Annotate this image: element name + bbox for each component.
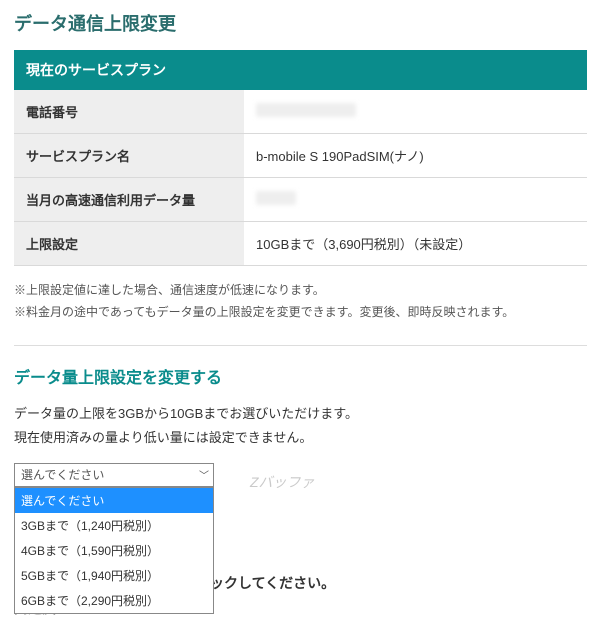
plan-table: 電話番号 サービスプラン名 b-mobile S 190PadSIM(ナノ) 当… (14, 90, 587, 266)
select-option[interactable]: 4GBまで（1,590円税別） (15, 538, 213, 563)
row-value: b-mobile S 190PadSIM(ナノ) (244, 134, 587, 178)
data-limit-select[interactable]: 選んでください ﹀ 選んでください 3GBまで（1,240円税別） 4GBまで（… (14, 463, 214, 487)
select-dropdown[interactable]: 選んでください 3GBまで（1,240円税別） 4GBまで（1,590円税別） … (14, 487, 214, 614)
chevron-down-icon: ﹀ (199, 467, 209, 482)
page-title: データ通信上限変更 (14, 10, 587, 36)
table-row: 電話番号 (14, 90, 587, 134)
select-value: 選んでください (21, 466, 104, 483)
section-desc: データ量の上限を3GBから10GBまでお選びいただけます。 現在使用済みの量より… (14, 402, 587, 449)
row-label: サービスプラン名 (14, 134, 244, 178)
row-label: 上限設定 (14, 222, 244, 266)
table-row: 上限設定 10GBまで（3,690円税別）（未設定） (14, 222, 587, 266)
select-option[interactable]: 選んでください (15, 488, 213, 513)
table-row: 当月の高速通信利用データ量 (14, 178, 587, 222)
plan-header: 現在のサービスプラン (14, 50, 587, 90)
select-option[interactable]: 6GBまで（2,290円税別） (15, 588, 213, 613)
note-line: ※上限設定値に達した場合、通信速度が低速になります。 (14, 280, 587, 302)
note-line: ※料金月の途中であってもデータ量の上限設定を変更できます。変更後、即時反映されま… (14, 302, 587, 324)
select-option[interactable]: 3GBまで（1,240円税別） (15, 513, 213, 538)
watermark: Zバッファ (250, 472, 315, 492)
divider (14, 345, 587, 346)
notes: ※上限設定値に達した場合、通信速度が低速になります。 ※料金月の途中であってもデ… (14, 280, 587, 323)
row-value (244, 178, 587, 222)
row-value: 10GBまで（3,690円税別）（未設定） (244, 222, 587, 266)
row-label: 電話番号 (14, 90, 244, 134)
row-value (244, 90, 587, 134)
select-option[interactable]: 5GBまで（1,940円税別） (15, 563, 213, 588)
table-row: サービスプラン名 b-mobile S 190PadSIM(ナノ) (14, 134, 587, 178)
select-box[interactable]: 選んでください ﹀ (14, 463, 214, 487)
section-title: データ量上限設定を変更する (14, 364, 587, 388)
row-label: 当月の高速通信利用データ量 (14, 178, 244, 222)
